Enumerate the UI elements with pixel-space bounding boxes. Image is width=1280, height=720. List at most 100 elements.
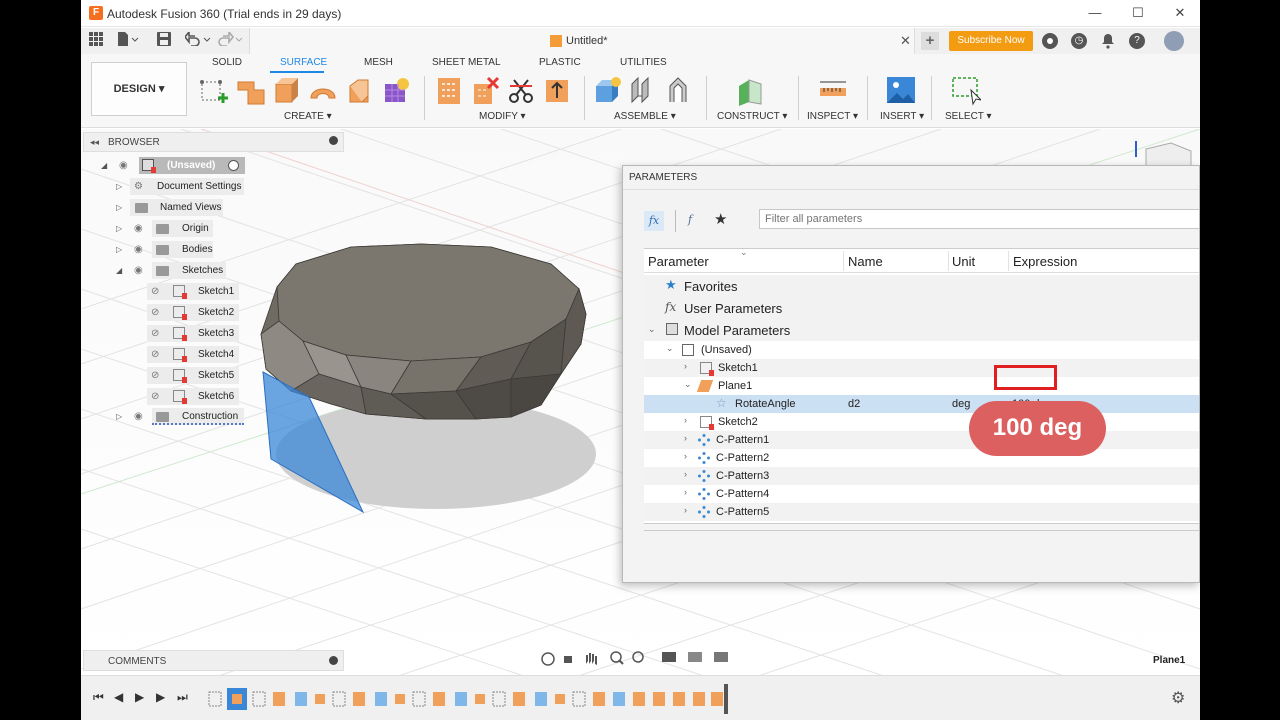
- go-to-end-icon[interactable]: ⏭: [177, 690, 188, 705]
- job-status-icon[interactable]: [1042, 33, 1058, 49]
- timeline-settings-gear-icon[interactable]: ⚙: [1171, 688, 1185, 708]
- hidden-eye-icon[interactable]: ⊘: [151, 286, 159, 297]
- window-select-icon[interactable]: [951, 76, 983, 106]
- document-tab[interactable]: Untitled* ✕: [249, 28, 915, 54]
- expand-chevron-icon[interactable]: ›: [684, 487, 687, 497]
- workspace-switcher-button[interactable]: DESIGN ▾: [91, 62, 187, 116]
- loft-surface-icon[interactable]: [344, 76, 372, 104]
- insert-menu[interactable]: INSERT ▾: [880, 111, 924, 122]
- tab-solid[interactable]: SOLID: [212, 57, 242, 68]
- extrude-surface-icon[interactable]: [236, 76, 265, 105]
- assemble-menu[interactable]: ASSEMBLE ▾: [614, 111, 676, 122]
- expand-triangle-icon[interactable]: ▷: [116, 412, 122, 421]
- sketch-item[interactable]: ⊘ Sketch2: [147, 304, 243, 321]
- parameters-title-bar[interactable]: PARAMETERS: [623, 166, 1199, 190]
- feature-row[interactable]: › C-Pattern3: [644, 467, 1199, 485]
- collapse-browser-icon[interactable]: ◂◂: [90, 137, 99, 148]
- expand-chevron-icon[interactable]: ›: [684, 505, 687, 515]
- tab-sheet-metal[interactable]: SHEET METAL: [432, 57, 501, 68]
- filter-parameters-input[interactable]: [759, 209, 1199, 229]
- column-header-name[interactable]: Name: [848, 254, 883, 269]
- help-icon[interactable]: ?: [1129, 33, 1145, 49]
- press-pull-icon[interactable]: [434, 76, 462, 104]
- sort-chevron-icon[interactable]: ⌄: [740, 247, 748, 258]
- expand-chevron-icon[interactable]: ›: [684, 415, 687, 425]
- maximize-button[interactable]: ☐: [1127, 4, 1149, 22]
- go-to-start-icon[interactable]: ⏮: [93, 690, 104, 705]
- browser-item-bodies[interactable]: ▷ ◉ Bodies: [116, 241, 216, 258]
- sketch-item[interactable]: ⊘ Sketch1: [147, 283, 243, 300]
- modify-menu[interactable]: MODIFY ▾: [479, 111, 526, 122]
- favorites-star-icon[interactable]: ★: [714, 210, 727, 228]
- add-comment-icon[interactable]: [329, 656, 338, 665]
- visibility-eye-icon[interactable]: ◉: [134, 223, 143, 234]
- column-separator[interactable]: [1008, 251, 1009, 271]
- file-menu-icon[interactable]: [117, 32, 139, 50]
- favorite-star-outline-icon[interactable]: ☆: [716, 396, 727, 410]
- feature-row[interactable]: › C-Pattern2: [644, 449, 1199, 467]
- browser-item-document-settings[interactable]: ▷ ⚙ Document Settings: [116, 178, 246, 195]
- timeline-marker[interactable]: [724, 684, 728, 714]
- notification-bell-icon[interactable]: [1100, 33, 1116, 49]
- redo-icon[interactable]: [217, 29, 243, 50]
- visibility-eye-icon[interactable]: ◉: [134, 411, 143, 422]
- play-icon[interactable]: ▶: [135, 690, 144, 704]
- close-tab-icon[interactable]: ✕: [900, 33, 911, 49]
- hidden-eye-icon[interactable]: ⊘: [151, 307, 159, 318]
- browser-pin-icon[interactable]: [329, 136, 338, 145]
- feature-row[interactable]: › Sketch2: [644, 413, 1199, 431]
- minimize-button[interactable]: —: [1084, 4, 1106, 22]
- sketch-item[interactable]: ⊘ Sketch3: [147, 325, 243, 342]
- column-separator[interactable]: [843, 251, 844, 271]
- undo-icon[interactable]: [183, 29, 211, 50]
- offset-plane-icon[interactable]: [735, 76, 763, 106]
- visibility-eye-icon[interactable]: ◉: [134, 265, 143, 276]
- tab-plastic[interactable]: PLASTIC: [539, 57, 581, 68]
- column-header-parameter[interactable]: Parameter: [648, 254, 709, 269]
- hidden-eye-icon[interactable]: ⊘: [151, 349, 159, 360]
- browser-item-construction[interactable]: ▷ ◉ Construction: [116, 408, 246, 425]
- expand-chevron-icon[interactable]: ›: [684, 433, 687, 443]
- expand-triangle-icon[interactable]: ▷: [116, 182, 122, 191]
- tab-utilities[interactable]: UTILITIES: [620, 57, 667, 68]
- step-back-icon[interactable]: ◀: [114, 690, 123, 704]
- sweep-surface-icon[interactable]: [308, 76, 336, 104]
- tab-surface[interactable]: SURFACE: [280, 57, 327, 68]
- column-separator[interactable]: [948, 251, 949, 271]
- construct-menu[interactable]: CONSTRUCT ▾: [717, 111, 787, 122]
- save-icon[interactable]: [157, 32, 171, 50]
- feature-row[interactable]: › C-Pattern5: [644, 503, 1199, 521]
- hidden-eye-icon[interactable]: ⊘: [151, 370, 159, 381]
- collapse-chevron-icon[interactable]: ⌄: [648, 324, 656, 335]
- add-user-parameter-fx-icon[interactable]: fx: [644, 211, 664, 231]
- filter-user-parameters-fx-icon[interactable]: f: [688, 213, 692, 226]
- select-menu[interactable]: SELECT ▾: [945, 111, 992, 122]
- expand-triangle-icon[interactable]: ▷: [116, 203, 122, 212]
- joint-icon[interactable]: [628, 76, 656, 104]
- browser-item-origin[interactable]: ▷ ◉ Origin: [116, 220, 216, 237]
- browser-panel-header[interactable]: ◂◂ BROWSER: [83, 132, 344, 152]
- model-parameters-row[interactable]: ⌄ Model Parameters: [644, 319, 1199, 341]
- feature-row[interactable]: › C-Pattern4: [644, 485, 1199, 503]
- sketch-item[interactable]: ⊘ Sketch5: [147, 367, 243, 384]
- user-parameters-row[interactable]: fx User Parameters: [644, 297, 1199, 319]
- trim-scissors-icon[interactable]: [506, 76, 534, 104]
- revolve-surface-icon[interactable]: [272, 76, 300, 104]
- expand-triangle-icon[interactable]: ▷: [116, 224, 122, 233]
- clock-icon[interactable]: ◷: [1071, 33, 1087, 49]
- patch-form-icon[interactable]: [380, 76, 409, 104]
- data-panel-grid-icon[interactable]: [89, 32, 103, 50]
- visibility-eye-icon[interactable]: ◉: [119, 160, 128, 171]
- activate-radio-icon[interactable]: [228, 160, 239, 171]
- tab-mesh[interactable]: MESH: [364, 57, 393, 68]
- create-menu[interactable]: CREATE ▾: [284, 111, 332, 122]
- measure-icon[interactable]: [818, 76, 846, 104]
- collapse-triangle-icon[interactable]: ◢: [116, 266, 122, 275]
- avatar[interactable]: [1164, 31, 1184, 51]
- expand-triangle-icon[interactable]: ▷: [116, 245, 122, 254]
- new-component-icon[interactable]: [592, 76, 621, 104]
- hidden-eye-icon[interactable]: ⊘: [151, 391, 159, 402]
- column-header-unit[interactable]: Unit: [952, 254, 975, 269]
- browser-item-named-views[interactable]: ▷ Named Views: [116, 199, 236, 216]
- browser-root-item[interactable]: ◢ ◉ (Unsaved): [101, 157, 246, 174]
